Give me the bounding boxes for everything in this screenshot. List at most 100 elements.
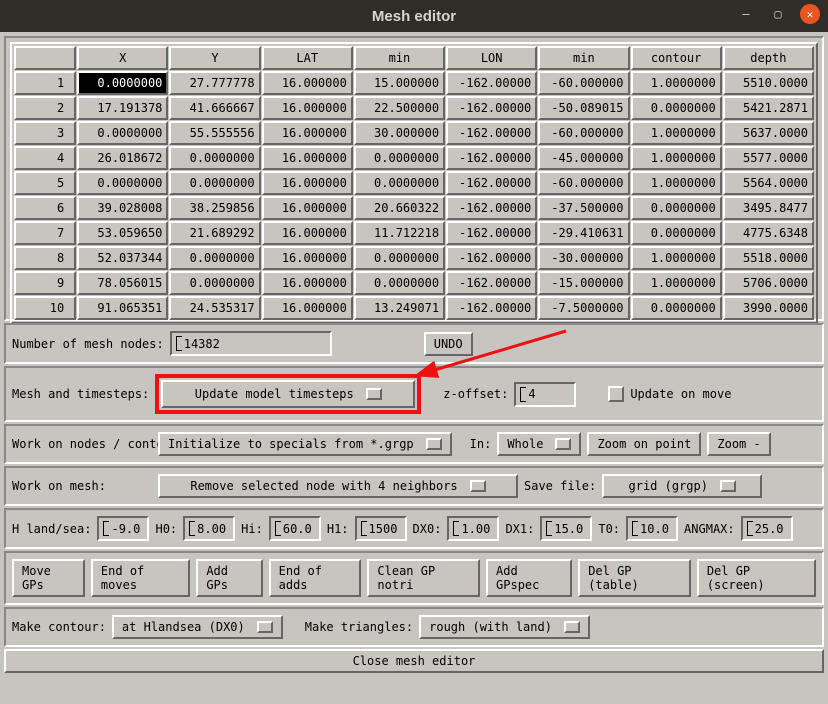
zoom-on-point-button[interactable]: Zoom on point [587, 432, 701, 456]
col-header[interactable] [14, 46, 76, 70]
row-header[interactable]: 10 [14, 296, 76, 320]
col-header[interactable]: LON [446, 46, 537, 70]
table-row[interactable]: 1091.06535124.53531716.00000013.249071-1… [14, 296, 814, 320]
cell[interactable]: 0.0000000 [77, 121, 168, 145]
make-triangles-dropdown[interactable]: rough (with land) [419, 615, 590, 639]
h0-field[interactable]: 8.00 [183, 516, 235, 541]
minimize-button[interactable]: — [736, 4, 756, 24]
cell[interactable]: -162.00000 [446, 171, 537, 195]
cell[interactable]: 11.712218 [354, 221, 445, 245]
cell[interactable]: 41.666667 [169, 96, 260, 120]
h-land-sea-field[interactable]: -9.0 [97, 516, 149, 541]
cell[interactable]: 16.000000 [262, 171, 353, 195]
remove-node-dropdown[interactable]: Remove selected node with 4 neighbors [158, 474, 518, 498]
cell[interactable]: 91.065351 [77, 296, 168, 320]
row-header[interactable]: 9 [14, 271, 76, 295]
cell[interactable]: 0.0000000 [354, 171, 445, 195]
cell[interactable]: 0.0000000 [169, 271, 260, 295]
row-header[interactable]: 6 [14, 196, 76, 220]
col-header[interactable]: depth [723, 46, 814, 70]
close-button[interactable]: ✕ [800, 4, 820, 24]
cell[interactable]: 0.0000000 [354, 246, 445, 270]
row-header[interactable]: 3 [14, 121, 76, 145]
cell[interactable]: 78.056015 [77, 271, 168, 295]
cell[interactable]: 39.028008 [77, 196, 168, 220]
cell[interactable]: 1.0000000 [631, 121, 722, 145]
cell[interactable]: 0.0000000 [631, 296, 722, 320]
cell[interactable]: 1.0000000 [631, 271, 722, 295]
add-gpspec-button[interactable]: Add GPspec [486, 559, 572, 597]
cell[interactable]: -162.00000 [446, 146, 537, 170]
cell[interactable]: 0.0000000 [631, 196, 722, 220]
cell[interactable]: 26.018672 [77, 146, 168, 170]
num-nodes-field[interactable]: 14382 [170, 331, 332, 356]
cell[interactable]: 52.037344 [77, 246, 168, 270]
cell[interactable]: 0.0000000 [169, 146, 260, 170]
cell[interactable]: 0.0000000 [169, 246, 260, 270]
table-row[interactable]: 978.0560150.000000016.0000000.0000000-16… [14, 271, 814, 295]
row-header[interactable]: 5 [14, 171, 76, 195]
cell[interactable]: 5510.0000 [723, 71, 814, 95]
cell[interactable]: 0.0000000 [77, 171, 168, 195]
cell[interactable]: 30.000000 [354, 121, 445, 145]
cell[interactable]: 1.0000000 [631, 246, 722, 270]
cell[interactable]: -162.00000 [446, 71, 537, 95]
cell[interactable]: 5637.0000 [723, 121, 814, 145]
angmax-field[interactable]: 25.0 [741, 516, 793, 541]
in-whole-dropdown[interactable]: Whole [497, 432, 581, 456]
cell[interactable]: 16.000000 [262, 246, 353, 270]
move-gps-button[interactable]: Move GPs [12, 559, 85, 597]
undo-button[interactable]: UNDO [424, 332, 473, 356]
clean-gp-notri-button[interactable]: Clean GP notri [367, 559, 480, 597]
h1-field[interactable]: 1500 [355, 516, 407, 541]
cell[interactable]: -162.00000 [446, 271, 537, 295]
dx1-field[interactable]: 15.0 [540, 516, 592, 541]
maximize-button[interactable]: ▢ [768, 4, 788, 24]
cell[interactable]: 0.0000000 [169, 171, 260, 195]
end-of-adds-button[interactable]: End of adds [269, 559, 362, 597]
cell[interactable]: 16.000000 [262, 146, 353, 170]
close-mesh-editor-button[interactable]: Close mesh editor [4, 649, 824, 673]
cell[interactable]: -162.00000 [446, 296, 537, 320]
col-header[interactable]: LAT [262, 46, 353, 70]
cell[interactable]: -37.500000 [538, 196, 629, 220]
cell[interactable]: -60.000000 [538, 71, 629, 95]
cell[interactable]: 1.0000000 [631, 71, 722, 95]
cell[interactable]: -162.00000 [446, 196, 537, 220]
table-row[interactable]: 30.000000055.55555616.00000030.000000-16… [14, 121, 814, 145]
table-row[interactable]: 639.02800838.25985616.00000020.660322-16… [14, 196, 814, 220]
cell[interactable]: 4775.6348 [723, 221, 814, 245]
table-row[interactable]: 217.19137841.66666716.00000022.500000-16… [14, 96, 814, 120]
cell[interactable]: -15.000000 [538, 271, 629, 295]
cell[interactable]: 24.535317 [169, 296, 260, 320]
cell[interactable]: 0.0000000 [631, 96, 722, 120]
col-header[interactable]: min [354, 46, 445, 70]
cell[interactable]: 16.000000 [262, 196, 353, 220]
cell[interactable]: 3990.0000 [723, 296, 814, 320]
row-header[interactable]: 1 [14, 71, 76, 95]
make-contour-dropdown[interactable]: at Hlandsea (DX0) [112, 615, 283, 639]
cell[interactable]: -29.410631 [538, 221, 629, 245]
cell[interactable]: 5518.0000 [723, 246, 814, 270]
cell[interactable]: 53.059650 [77, 221, 168, 245]
col-header[interactable]: Y [169, 46, 260, 70]
cell[interactable]: 3495.8477 [723, 196, 814, 220]
cell[interactable]: 16.000000 [262, 121, 353, 145]
cell[interactable]: -30.000000 [538, 246, 629, 270]
cell[interactable]: 0.0000000 [631, 221, 722, 245]
col-header[interactable]: contour [631, 46, 722, 70]
table-row[interactable]: 753.05965021.68929216.00000011.712218-16… [14, 221, 814, 245]
cell[interactable]: 5577.0000 [723, 146, 814, 170]
cell[interactable]: 13.249071 [354, 296, 445, 320]
cell[interactable]: 16.000000 [262, 71, 353, 95]
cell[interactable]: 20.660322 [354, 196, 445, 220]
cell[interactable]: 38.259856 [169, 196, 260, 220]
cell[interactable]: 0.0000000 [77, 71, 168, 95]
cell[interactable]: -50.089015 [538, 96, 629, 120]
cell[interactable]: -162.00000 [446, 121, 537, 145]
cell[interactable]: -162.00000 [446, 221, 537, 245]
cell[interactable]: 5421.2871 [723, 96, 814, 120]
cell[interactable]: -60.000000 [538, 121, 629, 145]
cell[interactable]: 16.000000 [262, 271, 353, 295]
add-gps-button[interactable]: Add GPs [196, 559, 262, 597]
